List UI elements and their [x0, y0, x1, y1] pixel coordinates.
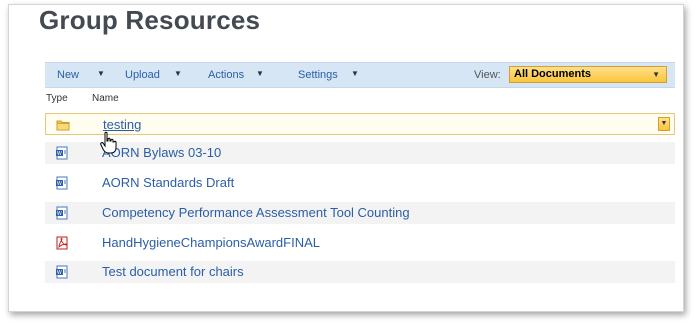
folder-icon	[56, 120, 70, 131]
item-name[interactable]: testing	[103, 117, 141, 132]
library-toolbar: New ▼ Upload ▼ Actions ▼ Settings ▼ View…	[45, 62, 675, 88]
upload-menu[interactable]: Upload	[125, 69, 160, 81]
item-name[interactable]: AORN Bylaws 03-10	[102, 145, 221, 160]
item-name[interactable]: Test document for chairs	[102, 264, 244, 279]
document-library-panel: Group Resources New ▼ Upload ▼ Actions ▼…	[8, 4, 684, 312]
list-item[interactable]: testing ▼	[45, 113, 675, 135]
item-name[interactable]: HandHygieneChampionsAwardFINAL	[102, 235, 320, 250]
view-select[interactable]: All Documents ▼	[509, 66, 667, 83]
new-dropdown-arrow-icon[interactable]: ▼	[97, 69, 105, 78]
pdf-document-icon	[56, 236, 68, 250]
word-document-icon: W	[56, 176, 68, 190]
actions-menu[interactable]: Actions	[208, 69, 244, 81]
list-item[interactable]: W AORN Bylaws 03-10	[45, 142, 675, 164]
item-name[interactable]: AORN Standards Draft	[102, 175, 234, 190]
word-document-icon: W	[56, 265, 68, 279]
view-label: View:	[474, 69, 501, 81]
list-item[interactable]: W AORN Standards Draft	[45, 172, 675, 194]
svg-text:W: W	[57, 181, 62, 187]
page-title: Group Resources	[39, 5, 261, 35]
settings-dropdown-arrow-icon[interactable]: ▼	[351, 69, 359, 78]
chevron-down-icon: ▼	[652, 70, 660, 79]
actions-dropdown-arrow-icon[interactable]: ▼	[256, 69, 264, 78]
view-select-value: All Documents	[514, 68, 592, 80]
word-document-icon: W	[56, 146, 68, 160]
settings-menu[interactable]: Settings	[298, 69, 338, 81]
list-item[interactable]: HandHygieneChampionsAwardFINAL	[45, 232, 675, 254]
list-item[interactable]: W Competency Performance Assessment Tool…	[45, 202, 675, 224]
list-item[interactable]: W Test document for chairs	[45, 261, 675, 283]
column-header-type[interactable]: Type	[46, 93, 68, 104]
item-name[interactable]: Competency Performance Assessment Tool C…	[102, 205, 410, 220]
hand-pointer-cursor-icon	[100, 131, 117, 154]
word-document-icon: W	[56, 206, 68, 220]
upload-dropdown-arrow-icon[interactable]: ▼	[174, 69, 182, 78]
svg-text:W: W	[57, 151, 62, 157]
svg-text:W: W	[57, 211, 62, 217]
column-header-name[interactable]: Name	[92, 93, 119, 104]
new-menu[interactable]: New	[57, 69, 79, 81]
item-menu-chevron-icon[interactable]: ▼	[658, 117, 670, 131]
svg-text:W: W	[57, 270, 62, 276]
